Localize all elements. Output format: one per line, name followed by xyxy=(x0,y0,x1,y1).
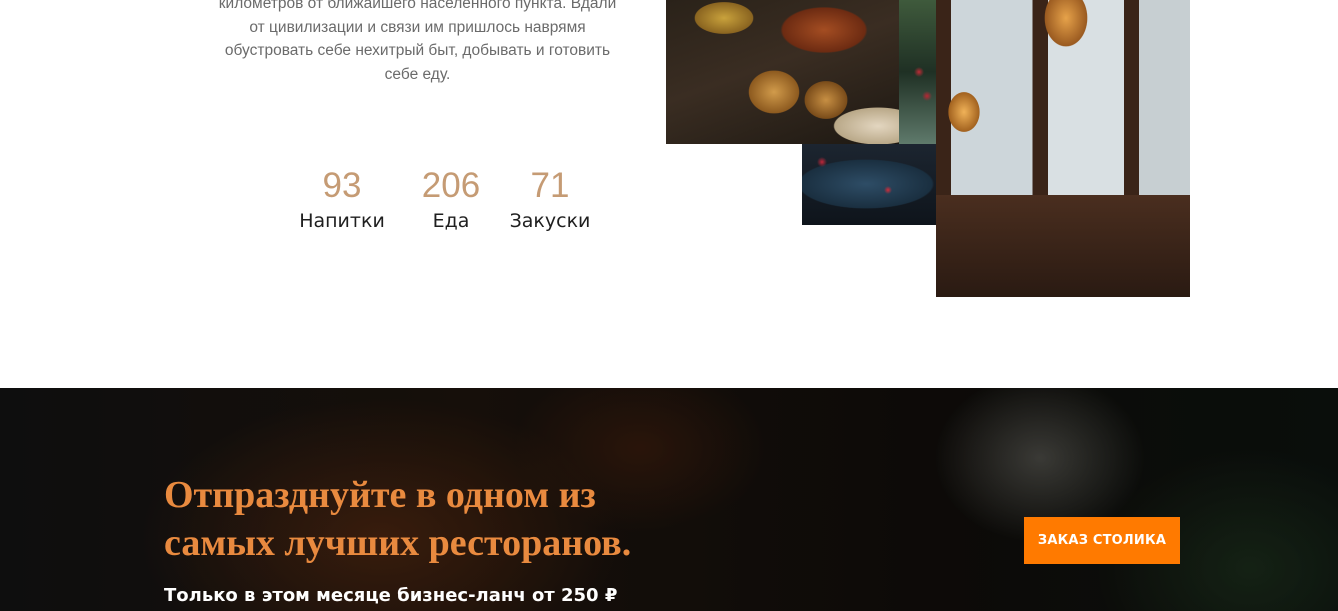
about-text-line: от цивилизации и связи им пришлось навря… xyxy=(249,18,586,36)
gallery-photo-interior xyxy=(936,0,1190,297)
stat-value: 93 xyxy=(322,166,362,205)
gallery-photo-plate xyxy=(802,144,936,225)
menu-stats: 93 Напитки 206 Еда 71 Закуски xyxy=(296,164,594,232)
stat-value: 71 xyxy=(530,166,570,205)
about-text-line: себе еду. xyxy=(384,65,451,83)
stat-value: 206 xyxy=(421,166,481,205)
promo-banner: Отпразднуйте в одном из самых лучших рес… xyxy=(0,388,1338,611)
stat-drinks: 93 Напитки xyxy=(296,164,388,232)
stat-label: Еда xyxy=(432,210,470,232)
stat-label: Закуски xyxy=(509,210,591,232)
stat-food: 206 Еда xyxy=(398,164,504,232)
stat-snacks: 71 Закуски xyxy=(506,164,594,232)
gallery-photo-food xyxy=(666,0,899,144)
book-table-button[interactable]: ЗАКАЗ СТОЛИКА xyxy=(1024,517,1180,564)
about-text-line: километров от ближайшего населенного пун… xyxy=(218,0,617,12)
gallery-photo-decor xyxy=(899,0,936,144)
promo-title-line: Отпразднуйте в одном из xyxy=(164,474,596,516)
about-text: километров от ближайшего населенного пун… xyxy=(190,0,645,86)
promo-title: Отпразднуйте в одном из самых лучших рес… xyxy=(164,471,724,567)
about-text-line: обустровать себе нехитрый быт, добывать … xyxy=(224,42,611,59)
promo-title-line: самых лучших ресторанов. xyxy=(164,522,632,564)
stat-label: Напитки xyxy=(299,210,385,232)
promo-subtitle: Только в этом месяце бизнес-ланч от 250 … xyxy=(164,585,618,606)
